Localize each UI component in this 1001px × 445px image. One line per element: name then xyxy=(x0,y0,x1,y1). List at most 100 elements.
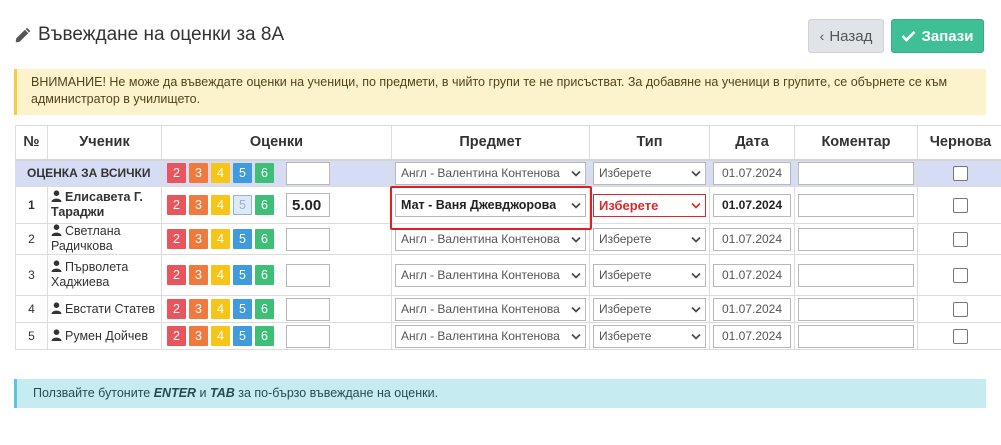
grade-button-4[interactable]: 4 xyxy=(211,195,230,215)
grade-button-4[interactable]: 4 xyxy=(211,229,230,249)
all-type-select[interactable]: Изберете xyxy=(593,161,706,185)
subject-select[interactable]: Англ - Валентина Контенова xyxy=(395,324,586,348)
chevron-down-icon xyxy=(691,202,701,209)
page-header: Въвеждане на оценки за 8А xyxy=(14,18,284,52)
chevron-down-icon xyxy=(691,236,701,243)
comment-input[interactable] xyxy=(798,263,914,287)
comment-input[interactable] xyxy=(798,297,914,321)
grade-button-5[interactable]: 5 xyxy=(233,299,252,319)
grade-input[interactable] xyxy=(286,263,330,287)
comment-input[interactable] xyxy=(798,324,914,348)
grades-table: № Ученик Оценки Предмет Тип Дата Комента… xyxy=(15,125,1001,350)
back-button[interactable]: ‹ Назад xyxy=(808,19,884,53)
all-draft-checkbox[interactable] xyxy=(953,165,968,181)
grade-button-2[interactable]: 2 xyxy=(167,326,186,346)
grade-buttons: 23456 xyxy=(165,299,274,319)
grade-button-2[interactable]: 2 xyxy=(167,163,186,184)
grade-button-4[interactable]: 4 xyxy=(211,299,230,319)
type-select[interactable]: Изберете xyxy=(593,263,706,287)
all-grade-input[interactable] xyxy=(286,161,330,185)
save-button[interactable]: Запази xyxy=(891,19,984,53)
draft-checkbox[interactable] xyxy=(953,328,968,344)
comment-input[interactable] xyxy=(798,193,914,217)
chevron-down-icon xyxy=(691,170,701,177)
grade-button-4[interactable]: 4 xyxy=(211,265,230,285)
grade-button-3[interactable]: 3 xyxy=(189,326,208,346)
grade-button-2[interactable]: 2 xyxy=(167,265,186,285)
type-select[interactable]: Изберете xyxy=(593,297,706,321)
grade-button-5[interactable]: 5 xyxy=(233,163,252,184)
grade-buttons: 23456 xyxy=(165,195,274,215)
back-button-label: Назад xyxy=(829,27,873,45)
draft-checkbox[interactable] xyxy=(953,267,968,283)
grade-button-4[interactable]: 4 xyxy=(211,326,230,346)
grade-input[interactable] xyxy=(286,297,330,321)
grade-button-6[interactable]: 6 xyxy=(255,265,274,285)
col-header-student: Ученик xyxy=(47,125,162,161)
student-draft-cell xyxy=(917,254,1001,296)
grade-button-6[interactable]: 6 xyxy=(255,163,274,184)
grade-button-6[interactable]: 6 xyxy=(255,229,274,249)
grade-button-2[interactable]: 2 xyxy=(167,229,186,249)
all-subject-select[interactable]: Англ - Валентина Контенова xyxy=(395,161,586,185)
draft-checkbox[interactable] xyxy=(953,301,968,317)
all-row-label: ОЦЕНКА ЗА ВСИЧКИ xyxy=(27,166,151,181)
grade-button-3[interactable]: 3 xyxy=(189,229,208,249)
user-icon xyxy=(51,301,62,314)
student-grades-cell: 23456 xyxy=(161,223,392,255)
all-date-input[interactable]: 01.07.2024 xyxy=(713,161,791,185)
student-type-cell: Изберете xyxy=(589,322,710,350)
grade-button-5[interactable]: 5 xyxy=(233,265,252,285)
date-input[interactable]: 01.07.2024 xyxy=(713,263,791,287)
grade-input[interactable] xyxy=(286,227,330,251)
grade-button-4[interactable]: 4 xyxy=(211,163,230,184)
info-text-before: Ползвайте бутоните xyxy=(33,386,154,400)
grade-button-3[interactable]: 3 xyxy=(189,299,208,319)
grade-button-2[interactable]: 2 xyxy=(167,299,186,319)
type-select[interactable]: Изберете xyxy=(593,324,706,348)
date-input[interactable]: 01.07.2024 xyxy=(713,227,791,251)
student-row: 2 Светлана Радичкова 23456 Англ - Валент… xyxy=(15,223,1001,255)
type-select[interactable]: Изберете xyxy=(593,227,706,251)
grade-button-6[interactable]: 6 xyxy=(255,299,274,319)
col-header-draft: Чернова xyxy=(917,125,1001,161)
all-subject-value: Англ - Валентина Контенова xyxy=(401,166,560,181)
student-type-cell: Изберете xyxy=(589,186,710,224)
grade-button-3[interactable]: 3 xyxy=(189,195,208,215)
date-input[interactable]: 01.07.2024 xyxy=(713,324,791,348)
subject-select[interactable]: Англ - Валентина Контенова xyxy=(395,227,586,251)
grade-input[interactable]: 5.00 xyxy=(286,193,330,217)
subject-select[interactable]: Мат - Ваня Джевджорова xyxy=(395,193,586,217)
student-subject-cell: Англ - Валентина Контенова xyxy=(391,322,590,350)
subject-value: Англ - Валентина Контенова xyxy=(401,268,560,282)
all-comment-input[interactable] xyxy=(798,161,914,185)
grade-button-3[interactable]: 3 xyxy=(189,265,208,285)
grade-button-2[interactable]: 2 xyxy=(167,195,186,215)
grade-buttons: 23456 xyxy=(165,163,274,184)
subject-select[interactable]: Англ - Валентина Контенова xyxy=(395,263,586,287)
grade-button-6[interactable]: 6 xyxy=(255,326,274,346)
grade-button-6[interactable]: 6 xyxy=(255,195,274,215)
type-select[interactable]: Изберете xyxy=(593,193,706,217)
student-draft-cell xyxy=(917,186,1001,224)
grade-button-5[interactable]: 5 xyxy=(233,326,252,346)
date-input[interactable]: 01.07.2024 xyxy=(713,193,791,217)
comment-input[interactable] xyxy=(798,227,914,251)
subject-select[interactable]: Англ - Валентина Контенова xyxy=(395,297,586,321)
student-date-cell: 01.07.2024 xyxy=(709,322,795,350)
grade-input[interactable] xyxy=(286,324,330,348)
draft-checkbox[interactable] xyxy=(953,231,968,247)
grade-button-5[interactable]: 5 xyxy=(233,195,252,215)
student-draft-cell xyxy=(917,322,1001,350)
grade-button-5[interactable]: 5 xyxy=(233,229,252,249)
grade-button-3[interactable]: 3 xyxy=(189,163,208,184)
all-row-comment-cell xyxy=(794,159,918,187)
warning-alert: ВНИМАНИЕ! Не може да въвеждате оценки на… xyxy=(14,69,986,115)
draft-checkbox[interactable] xyxy=(953,197,968,213)
student-comment-cell xyxy=(794,223,918,255)
col-header-subject: Предмет xyxy=(391,125,590,161)
info-alert: Ползвайте бутоните ENTER и TAB за по-бър… xyxy=(14,379,986,408)
student-comment-cell xyxy=(794,254,918,296)
date-input[interactable]: 01.07.2024 xyxy=(713,297,791,321)
student-name-cell: Евстати Статев xyxy=(47,295,162,323)
